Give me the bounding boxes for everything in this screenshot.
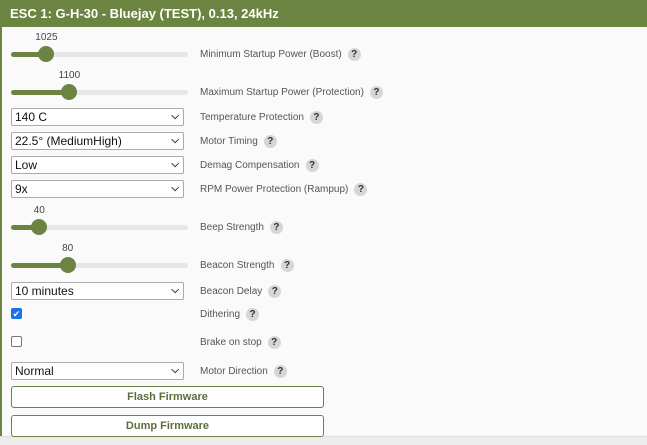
- slider-value: 1025: [35, 32, 58, 43]
- max-startup-power-slider[interactable]: [11, 84, 188, 100]
- setting-label: Maximum Startup Power (Protection)?: [200, 86, 383, 99]
- help-icon[interactable]: ?: [269, 221, 283, 234]
- chevron-down-icon: ⌵: [171, 111, 179, 122]
- esc-header: ESC 1: G-H-30 - Bluejay (TEST), 0.13, 24…: [0, 0, 647, 27]
- setting-label: Demag Compensation?: [200, 159, 319, 172]
- select-value: Normal: [15, 364, 54, 378]
- setting-label: Motor Timing?: [200, 135, 277, 148]
- brake-on-stop-checkbox[interactable]: [11, 336, 22, 347]
- setting-label: Dithering?: [200, 308, 260, 321]
- label-text: Beacon Delay: [200, 286, 263, 297]
- help-icon[interactable]: ?: [309, 111, 323, 124]
- setting-label: RPM Power Protection (Rampup)?: [200, 183, 368, 196]
- label-text: Temperature Protection: [200, 112, 304, 123]
- esc-title: ESC 1: G-H-30 - Bluejay (TEST), 0.13, 24…: [10, 6, 279, 21]
- setting-label: Beacon Strength?: [200, 259, 294, 272]
- min-startup-power-slider[interactable]: [11, 46, 188, 62]
- slider-value: 40: [33, 205, 45, 216]
- label-text: RPM Power Protection (Rampup): [200, 184, 349, 195]
- label-text: Motor Timing: [200, 136, 258, 147]
- label-text: Minimum Startup Power (Boost): [200, 49, 342, 60]
- label-text: Beacon Strength: [200, 260, 275, 271]
- chevron-down-icon: ⌵: [171, 135, 179, 146]
- select-value: 10 minutes: [15, 284, 74, 298]
- chevron-down-icon: ⌵: [171, 183, 179, 194]
- demag-compensation-select[interactable]: Low ⌵: [11, 156, 184, 174]
- label-text: Maximum Startup Power (Protection): [200, 87, 364, 98]
- slider-value: 80: [62, 243, 74, 254]
- chevron-down-icon: ⌵: [171, 159, 179, 170]
- dithering-checkbox[interactable]: ✔: [11, 308, 22, 319]
- help-icon[interactable]: ?: [369, 86, 383, 99]
- label-text: Motor Direction: [200, 366, 268, 377]
- help-icon[interactable]: ?: [273, 365, 287, 378]
- help-icon[interactable]: ?: [267, 336, 281, 349]
- temperature-protection-select[interactable]: 140 C ⌵: [11, 108, 184, 126]
- help-icon[interactable]: ?: [305, 159, 319, 172]
- beep-strength-slider[interactable]: [11, 219, 188, 235]
- setting-label: Temperature Protection?: [200, 111, 323, 124]
- help-icon[interactable]: ?: [263, 135, 277, 148]
- label-text: Dithering: [200, 309, 241, 320]
- help-icon[interactable]: ?: [347, 48, 361, 61]
- select-value: 9x: [15, 182, 28, 196]
- flash-firmware-button[interactable]: Flash Firmware: [11, 386, 324, 408]
- setting-label: Motor Direction?: [200, 365, 287, 378]
- motor-timing-select[interactable]: 22.5° (MediumHigh) ⌵: [11, 132, 184, 150]
- help-icon[interactable]: ?: [354, 183, 368, 196]
- help-icon[interactable]: ?: [268, 285, 282, 298]
- slider-value: 1100: [58, 70, 81, 81]
- label-text: Brake on stop: [200, 337, 262, 348]
- label-text: Beep Strength: [200, 222, 264, 233]
- label-text: Demag Compensation: [200, 160, 300, 171]
- beacon-strength-slider[interactable]: [11, 257, 188, 273]
- rpm-power-protection-select[interactable]: 9x ⌵: [11, 180, 184, 198]
- setting-label: Minimum Startup Power (Boost)?: [200, 48, 361, 61]
- setting-label: Brake on stop?: [200, 336, 281, 349]
- help-icon[interactable]: ?: [246, 308, 260, 321]
- motor-direction-select[interactable]: Normal ⌵: [11, 362, 184, 380]
- setting-label: Beep Strength?: [200, 221, 283, 234]
- select-value: Low: [15, 158, 38, 172]
- select-value: 140 C: [15, 110, 48, 124]
- chevron-down-icon: ⌵: [171, 285, 179, 296]
- chevron-down-icon: ⌵: [171, 365, 179, 376]
- beacon-delay-select[interactable]: 10 minutes ⌵: [11, 282, 184, 300]
- dump-firmware-button[interactable]: Dump Firmware: [11, 415, 324, 437]
- help-icon[interactable]: ?: [280, 259, 294, 272]
- slider-thumb[interactable]: [59, 257, 76, 273]
- select-value: 22.5° (MediumHigh): [15, 134, 122, 148]
- setting-label: Beacon Delay?: [200, 285, 282, 298]
